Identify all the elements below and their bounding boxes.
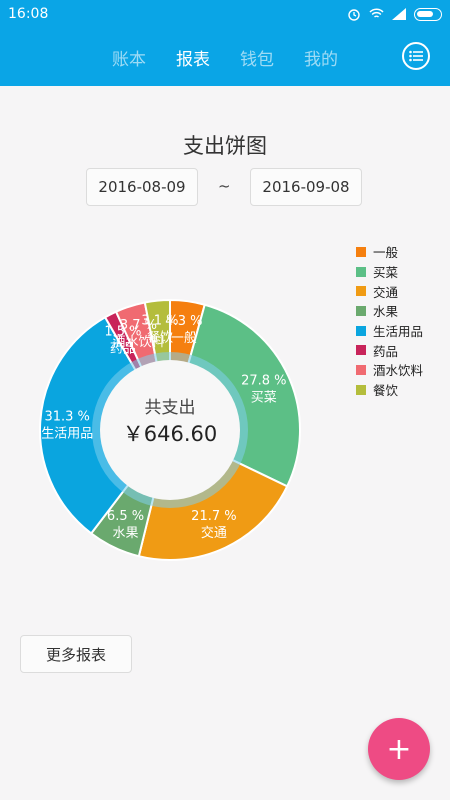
signal-icon <box>392 8 406 20</box>
slice-name-label: 交通 <box>201 525 227 541</box>
legend-swatch <box>356 286 366 297</box>
add-record-button[interactable]: + <box>368 718 430 780</box>
slice-percent-label: 3.1 % <box>141 313 178 328</box>
legend-swatch <box>356 266 366 277</box>
tab-me[interactable]: 我的 <box>304 45 338 70</box>
status-bar: 16:08 <box>0 0 450 28</box>
more-reports-button[interactable]: 更多报表 <box>20 635 132 673</box>
legend-item-3: 水果 <box>356 301 423 321</box>
legend-item-0: 一般 <box>356 242 423 262</box>
chart-legend: 一般买菜交通水果生活用品药品酒水饮料餐饮 <box>356 242 423 400</box>
legend-item-7: 餐饮 <box>356 380 423 400</box>
alarm-icon <box>348 9 360 21</box>
tab-reports[interactable]: 报表 <box>176 45 210 70</box>
list-icon <box>409 50 423 62</box>
legend-label: 药品 <box>373 343 399 359</box>
slice-name-label: 买菜 <box>251 390 277 405</box>
page-title: 支出饼图 <box>183 134 267 158</box>
legend-item-1: 买菜 <box>356 262 423 282</box>
date-separator: ~ <box>218 177 231 195</box>
nav-tabs: 账本 报表 钱包 我的 <box>112 45 338 70</box>
slice-percent-label: 27.8 % <box>241 373 286 388</box>
legend-item-2: 交通 <box>356 281 423 301</box>
end-date-button[interactable]: 2016-09-08 <box>250 168 362 206</box>
status-time: 16:08 <box>8 6 49 22</box>
legend-label: 水果 <box>373 304 399 320</box>
tab-ledger[interactable]: 账本 <box>112 45 146 70</box>
list-menu-button[interactable] <box>402 42 430 70</box>
battery-icon <box>414 7 442 21</box>
status-icons <box>347 7 442 21</box>
slice-name-label: 水果 <box>113 526 139 541</box>
legend-label: 买菜 <box>373 265 399 281</box>
legend-swatch <box>356 325 366 336</box>
total-value: ￥646.60 <box>122 422 218 446</box>
start-date-button[interactable]: 2016-08-09 <box>86 168 198 206</box>
slice-name-label: 一般 <box>171 330 197 346</box>
legend-swatch <box>356 246 366 257</box>
legend-swatch <box>356 384 366 395</box>
slice-name-label: 餐饮 <box>147 329 173 345</box>
total-label: 共支出 <box>144 398 196 418</box>
legend-swatch <box>356 345 366 356</box>
wifi-icon <box>369 8 384 18</box>
slice-name-label: 生活用品 <box>41 426 93 441</box>
legend-label: 生活用品 <box>373 324 424 340</box>
legend-swatch <box>356 364 366 375</box>
legend-swatch <box>356 305 366 316</box>
legend-item-6: 酒水饮料 <box>356 360 423 380</box>
slice-percent-label: 31.3 % <box>44 409 89 424</box>
legend-label: 酒水饮料 <box>373 363 424 379</box>
slice-percent-label: 21.7 % <box>191 509 236 524</box>
legend-label: 交通 <box>373 284 399 300</box>
legend-label: 一般 <box>373 245 399 261</box>
app-bar: 账本 报表 钱包 我的 <box>0 28 450 86</box>
legend-item-4: 生活用品 <box>356 321 423 341</box>
legend-label: 餐饮 <box>373 383 399 399</box>
legend-item-5: 药品 <box>356 340 423 360</box>
slice-percent-label: 6.5 % <box>107 509 144 524</box>
tab-wallet[interactable]: 钱包 <box>240 45 274 70</box>
